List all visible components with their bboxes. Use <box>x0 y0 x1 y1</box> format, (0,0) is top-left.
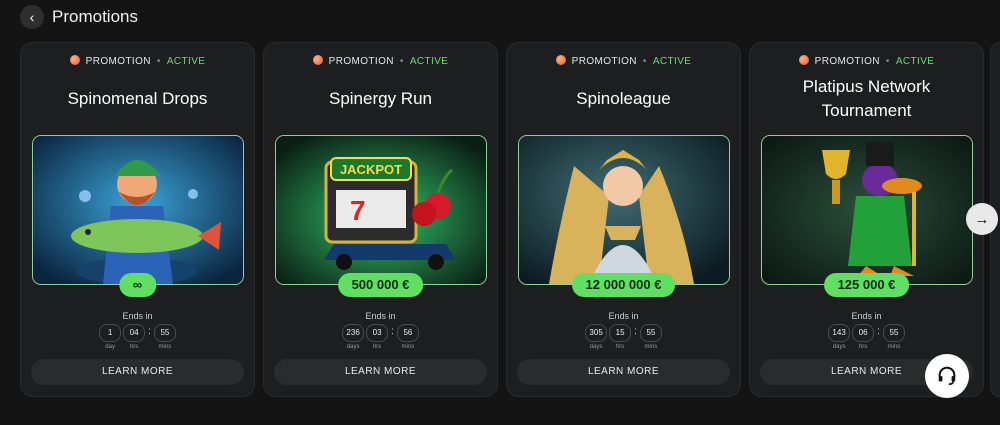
learn-more-button[interactable]: LEARN MORE <box>517 359 730 385</box>
promotion-icon <box>555 55 566 65</box>
promotion-type: PROMOTION <box>328 56 394 67</box>
carousel-next-button[interactable]: → <box>966 203 998 235</box>
promotion-type: PROMOTION <box>814 56 880 67</box>
promotion-meta: PROMOTION • ACTIVE <box>264 55 497 67</box>
countdown-timer: 236 days 03 hrs : 56 mins <box>264 324 497 350</box>
page-title: Promotions <box>52 7 138 26</box>
ends-in-label: Ends in <box>365 311 396 321</box>
promotion-card[interactable]: PROMOTION • ACTIVE Spinoleague 12 000 000 … <box>506 42 741 397</box>
platypus-illustration <box>762 136 972 284</box>
jackpot-sign-text: JACKPOT <box>340 162 402 177</box>
countdown-timer: 1 day 04 hrs : 55 mins <box>21 324 254 350</box>
prize-badge: 500 000 € <box>337 273 424 297</box>
support-chat-button[interactable] <box>925 354 969 398</box>
timer-days: 236 <box>342 324 365 342</box>
timer-hours-label: hrs <box>372 344 382 350</box>
timer-hours: 04 <box>123 324 146 342</box>
countdown-timer: 305 days 15 hrs : 55 mins <box>507 324 740 350</box>
promotion-image[interactable] <box>32 135 244 285</box>
promotion-card[interactable]: PROMOTION • ACTIVE Spinergy Run JACKPOT 7 … <box>263 42 498 397</box>
ends-in-label: Ends in <box>851 311 882 321</box>
promotion-card[interactable]: PROMOTION • ACTIVE Spinomenal Drops ∞ Ends… <box>20 42 255 397</box>
status-badge: ACTIVE <box>652 56 692 67</box>
ends-in-label: Ends in <box>122 311 153 321</box>
promotion-meta: PROMOTION • ACTIVE <box>21 55 254 67</box>
headset-icon <box>938 366 956 386</box>
prize-badge: 12 000 000 € <box>571 273 676 297</box>
learn-more-button[interactable]: LEARN MORE <box>274 359 487 385</box>
timer-minutes-label: mins <box>158 344 172 350</box>
goddess-illustration <box>519 136 729 284</box>
timer-days: 1 <box>99 324 122 342</box>
timer-minutes-label: mins <box>887 344 901 350</box>
timer-minutes: 55 <box>639 324 662 342</box>
page-header: ‹ Promotions <box>20 3 138 31</box>
timer-hours-label: hrs <box>858 344 868 350</box>
timer-days-label: days <box>589 344 603 350</box>
card-title: Spinomenal Drops <box>67 89 208 108</box>
timer-minutes-label: mins <box>401 344 415 350</box>
timer-hours-label: hrs <box>615 344 625 350</box>
timer-minutes: 55 <box>153 324 176 342</box>
timer-hours: 15 <box>609 324 632 342</box>
promotion-meta: PROMOTION • ACTIVE <box>507 55 740 67</box>
promotion-type: PROMOTION <box>571 56 637 67</box>
back-button[interactable]: ‹ <box>20 5 44 29</box>
promotions-carousel: PROMOTION • ACTIVE Spinomenal Drops ∞ Ends… <box>20 42 1000 397</box>
status-badge: ACTIVE <box>409 56 449 67</box>
prize-badge: 125 000 € <box>823 273 910 297</box>
timer-days-label: days <box>832 344 846 350</box>
timer-minutes-label: mins <box>644 344 658 350</box>
card-title: Spinoleague <box>576 89 671 108</box>
jackpot-slot-illustration: JACKPOT 7 <box>276 136 486 284</box>
countdown-timer: 143 days 06 hrs : 55 mins <box>750 324 983 350</box>
timer-hours: 03 <box>366 324 389 342</box>
promotion-image[interactable] <box>518 135 730 285</box>
promotion-meta: PROMOTION • ACTIVE <box>750 55 983 67</box>
timer-days: 143 <box>828 324 851 342</box>
promotion-icon <box>312 55 323 65</box>
prize-badge: ∞ <box>118 273 157 297</box>
status-badge: ACTIVE <box>895 56 935 67</box>
card-title: Spinergy Run <box>328 89 432 108</box>
timer-hours: 06 <box>852 324 875 342</box>
promotion-icon <box>69 55 80 65</box>
promotion-card[interactable]: PROMOTION • ACTIVE Platipus Network Tourna… <box>749 42 984 397</box>
timer-days-label: day <box>105 344 115 350</box>
arrow-right-icon: → <box>974 210 990 228</box>
ends-in-label: Ends in <box>608 311 639 321</box>
timer-hours-label: hrs <box>129 344 139 350</box>
svg-text:7: 7 <box>350 195 366 226</box>
timer-days: 305 <box>585 324 608 342</box>
card-title: Platipus Network Tournament <box>802 77 931 120</box>
status-badge: ACTIVE <box>166 56 206 67</box>
learn-more-button[interactable]: LEARN MORE <box>31 359 244 385</box>
promotion-image[interactable]: JACKPOT 7 <box>275 135 487 285</box>
promotion-icon <box>798 55 809 65</box>
chevron-left-icon: ‹ <box>29 9 35 25</box>
promotion-image[interactable] <box>761 135 973 285</box>
promotion-type: PROMOTION <box>85 56 151 67</box>
fisherman-illustration <box>33 136 243 284</box>
timer-days-label: days <box>346 344 360 350</box>
timer-minutes: 56 <box>396 324 419 342</box>
timer-minutes: 55 <box>882 324 905 342</box>
